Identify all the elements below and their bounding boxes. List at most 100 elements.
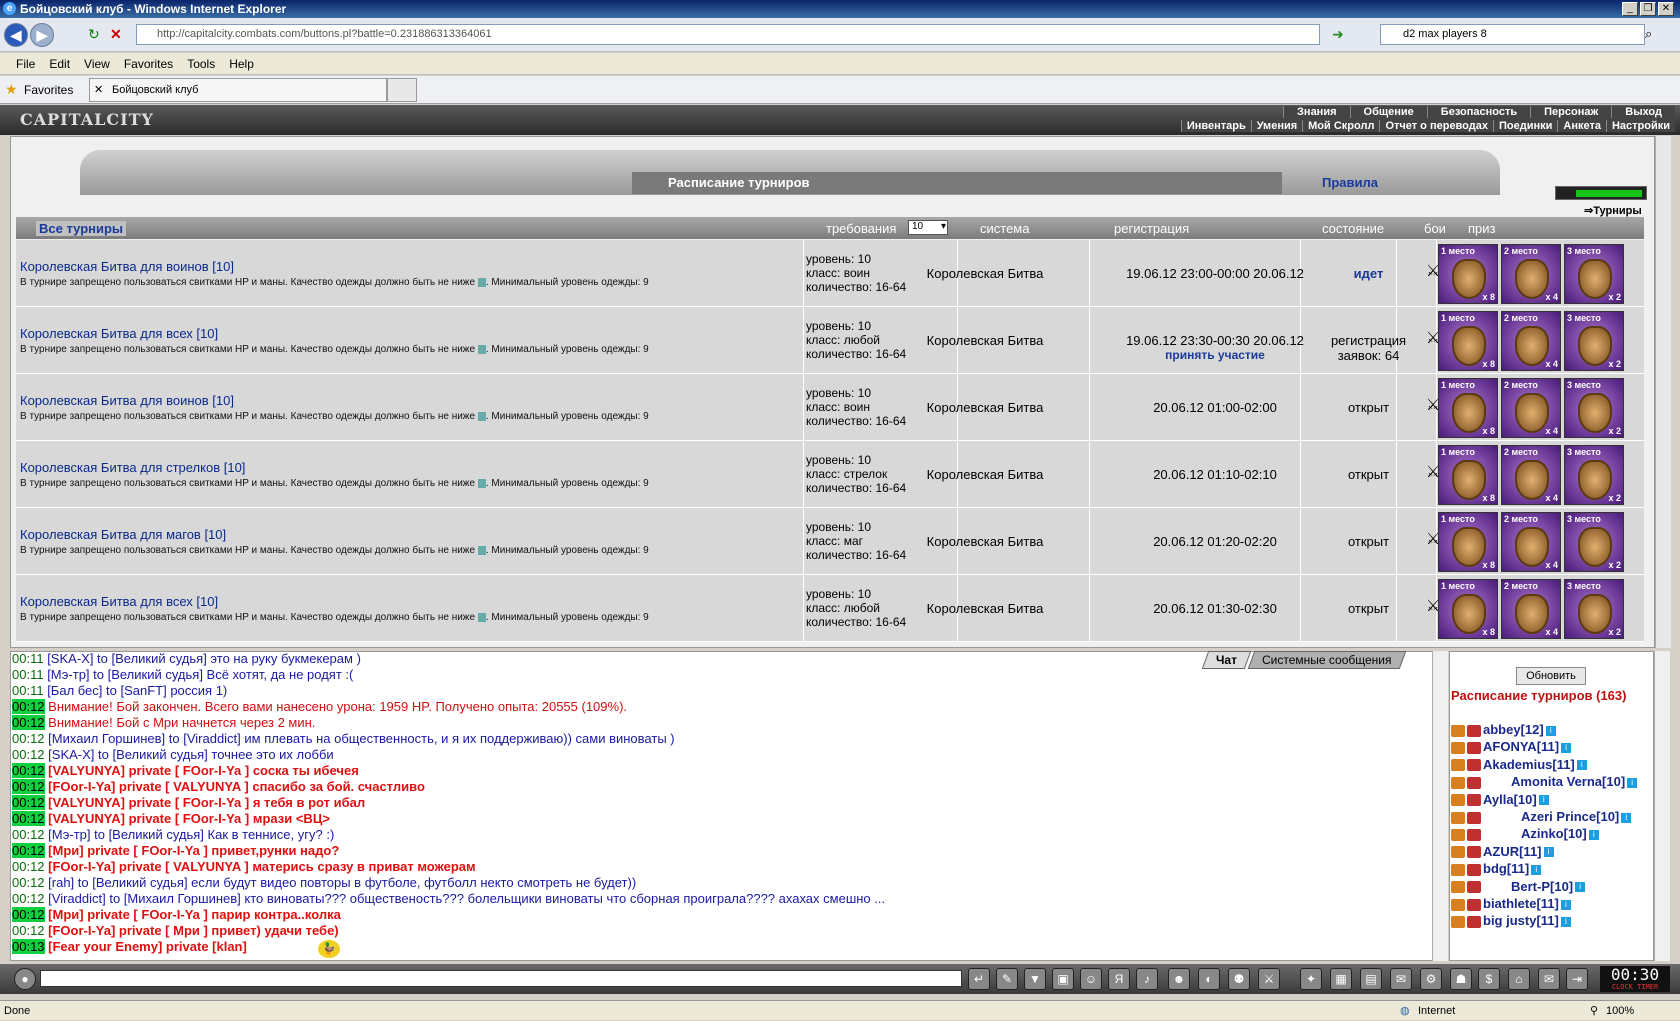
menu-skills[interactable]: Умения — [1250, 120, 1303, 132]
menu-character[interactable]: Персонаж — [1530, 106, 1612, 118]
info-icon[interactable]: i — [1531, 864, 1542, 875]
prize-item[interactable]: 2 место x 4 — [1501, 445, 1561, 505]
players-scrollbar[interactable] — [1654, 651, 1670, 961]
chat-scrollbar[interactable] — [1432, 651, 1448, 961]
quest-icon[interactable]: ✉ — [1390, 968, 1412, 990]
content-scrollbar[interactable] — [1655, 136, 1671, 648]
menu-knowledge[interactable]: Знания — [1283, 106, 1350, 118]
translit-icon[interactable]: Я — [1108, 968, 1130, 990]
search-input[interactable]: d2 max players 8 — [1380, 24, 1645, 45]
player-row[interactable]: abbey[12] i — [1451, 722, 1556, 740]
prize-item[interactable]: 3 место x 2 — [1564, 579, 1624, 639]
info-icon[interactable]: i — [1621, 812, 1632, 823]
player-name[interactable]: Azinko[10] — [1521, 826, 1587, 841]
maximize-button[interactable]: ❐ — [1640, 2, 1656, 16]
player-name[interactable]: Aylla[10] — [1483, 792, 1537, 807]
player-name[interactable]: Bert-P[10] — [1511, 879, 1573, 894]
player-row[interactable]: Akademius[11] i — [1451, 757, 1587, 775]
magic-icon[interactable]: ✦ — [1300, 968, 1322, 990]
menu-tools[interactable]: Tools — [180, 53, 222, 75]
minimize-button[interactable]: _ — [1622, 2, 1638, 16]
menu-inventory[interactable]: Инвентарь — [1180, 120, 1251, 132]
menu-favorites[interactable]: Favorites — [117, 53, 180, 75]
info-icon[interactable]: i — [1545, 725, 1556, 736]
tournament-link[interactable]: Королевская Битва для всех [10] — [20, 594, 218, 609]
tournaments-link[interactable]: ⇒Турниры — [1584, 204, 1642, 217]
player-row[interactable]: biathlete[11] i — [1451, 896, 1571, 914]
info-icon[interactable]: i — [1560, 916, 1571, 927]
clan-icon[interactable]: ☗ — [1450, 968, 1472, 990]
menu-help[interactable]: Help — [222, 53, 261, 75]
prize-item[interactable]: 1 место x 8 — [1438, 311, 1498, 371]
speaker-icon[interactable]: ◐ — [1198, 968, 1220, 990]
prize-item[interactable]: 3 место x 2 — [1564, 445, 1624, 505]
tournament-link[interactable]: Королевская Битва для воинов [10] — [20, 393, 234, 408]
prize-item[interactable]: 2 место x 4 — [1501, 311, 1561, 371]
menu-duels[interactable]: Поединки — [1492, 120, 1558, 132]
prize-item[interactable]: 2 место x 4 — [1501, 244, 1561, 304]
player-name[interactable]: AFONYA[11] — [1483, 739, 1559, 754]
tournament-link[interactable]: Королевская Битва для воинов [10] — [20, 259, 234, 274]
forward-button[interactable]: ▶ — [30, 23, 54, 47]
refresh-button[interactable]: Обновить — [1516, 667, 1586, 685]
stop-icon[interactable]: ✕ — [110, 26, 126, 42]
menu-settings[interactable]: Настройки — [1605, 120, 1675, 132]
clear-icon[interactable]: ✎ — [996, 968, 1018, 990]
browser-tab[interactable]: ✕ Бойцовский клуб — [89, 78, 387, 102]
player-name[interactable]: Akademius[11] — [1483, 757, 1575, 772]
menu-security[interactable]: Безопасность — [1426, 106, 1531, 118]
info-icon[interactable]: i — [1543, 847, 1554, 858]
menu-exit[interactable]: Выход — [1611, 106, 1675, 118]
player-name[interactable]: bdg[11] — [1483, 861, 1529, 876]
new-tab-button[interactable] — [387, 78, 417, 102]
menu-file[interactable]: File — [0, 53, 42, 75]
smile-icon[interactable]: ☻ — [1168, 968, 1190, 990]
filter-icon[interactable]: ▼ — [1024, 968, 1046, 990]
menu-transfers[interactable]: Отчет о переводах — [1379, 120, 1493, 132]
info-icon[interactable]: i — [1575, 882, 1586, 893]
info-icon[interactable]: i — [1576, 760, 1587, 771]
tournament-link[interactable]: Королевская Битва для стрелков [10] — [20, 460, 245, 475]
tab-system-messages[interactable]: Системные сообщения — [1248, 651, 1407, 669]
info-icon[interactable]: i — [1538, 795, 1549, 806]
prize-item[interactable]: 1 место x 8 — [1438, 445, 1498, 505]
player-name[interactable]: biathlete[11] — [1483, 896, 1559, 911]
prize-item[interactable]: 2 место x 4 — [1501, 378, 1561, 438]
join-link[interactable]: принять участие — [1110, 348, 1320, 362]
prize-item[interactable]: 2 место x 4 — [1501, 512, 1561, 572]
shop-icon[interactable]: $ — [1478, 968, 1500, 990]
character-icon[interactable]: ⚉ — [1228, 968, 1250, 990]
tournament-link[interactable]: Королевская Битва для магов [10] — [20, 527, 226, 542]
player-name[interactable]: abbey[12] — [1483, 722, 1544, 737]
menu-edit[interactable]: Edit — [42, 53, 77, 75]
player-row[interactable]: big justy[11] i — [1451, 913, 1571, 931]
prize-item[interactable]: 1 место x 8 — [1438, 512, 1498, 572]
prize-item[interactable]: 3 место x 2 — [1564, 311, 1624, 371]
player-name[interactable]: Azeri Prince[10] — [1521, 809, 1619, 824]
info-icon[interactable]: i — [1560, 899, 1571, 910]
chat-mode-icon[interactable]: ● — [14, 968, 36, 990]
close-window-button[interactable]: ✕ — [1658, 2, 1674, 16]
player-row[interactable]: Amonita Verna[10] i — [1451, 774, 1638, 792]
map-icon[interactable]: ▤ — [1360, 968, 1382, 990]
sound-icon[interactable]: ♪ — [1136, 968, 1158, 990]
search-icon[interactable]: ⌕ — [1645, 26, 1663, 44]
prize-item[interactable]: 1 место x 8 — [1438, 378, 1498, 438]
info-icon[interactable]: i — [1561, 742, 1572, 753]
rules-link[interactable]: Правила — [1322, 175, 1378, 190]
info-icon[interactable]: i — [1588, 829, 1599, 840]
send-icon[interactable]: ↵ — [968, 968, 990, 990]
fight-icon[interactable]: ⚔ — [1258, 968, 1280, 990]
url-input[interactable]: http://capitalcity.combats.com/buttons.p… — [136, 24, 1320, 45]
chat-input[interactable] — [40, 970, 962, 987]
skills-icon[interactable]: ⚙ — [1420, 968, 1442, 990]
tab-chat[interactable]: Чат — [1201, 651, 1252, 669]
go-icon[interactable]: ➜ — [1332, 26, 1348, 42]
tournament-link[interactable]: Королевская Битва для всех [10] — [20, 326, 218, 341]
player-row[interactable]: Azinko[10] i — [1451, 826, 1599, 844]
zoom-level[interactable]: 100% — [1606, 1001, 1634, 1021]
prize-item[interactable]: 3 место x 2 — [1564, 244, 1624, 304]
player-name[interactable]: Amonita Verna[10] — [1511, 774, 1625, 789]
dance-icon[interactable]: ☺ — [1080, 968, 1102, 990]
player-row[interactable]: Aylla[10] i — [1451, 792, 1549, 810]
